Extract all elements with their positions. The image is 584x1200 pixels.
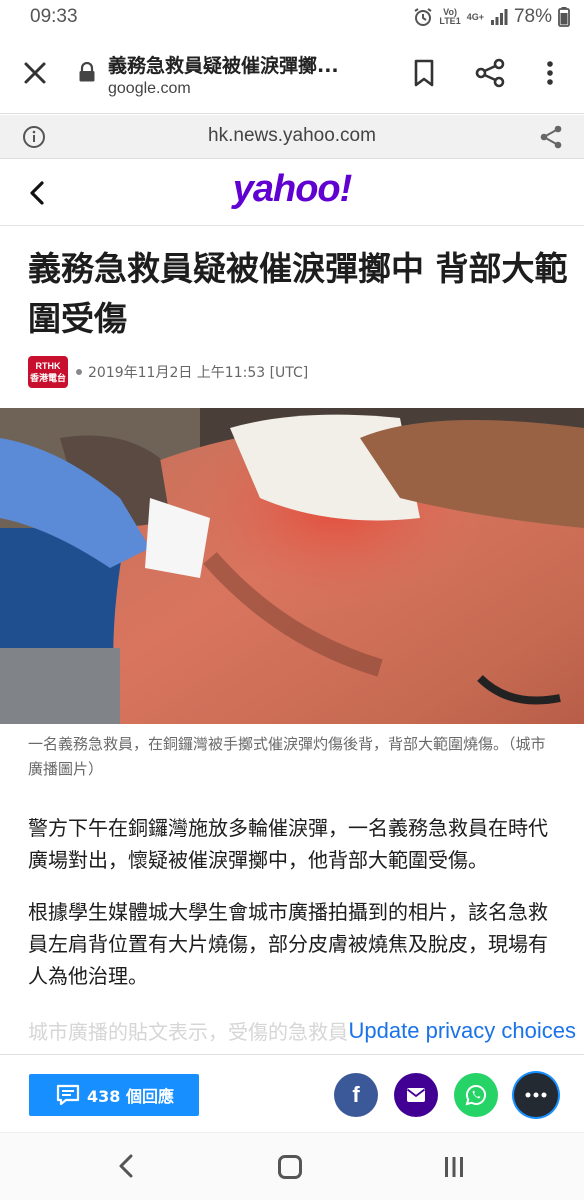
article-date: 2019年11月2日 上午11:53 [UTC] [88,365,309,381]
whatsapp-share-button[interactable] [454,1073,498,1117]
status-time: 09:33 [30,6,78,27]
url-text[interactable]: hk.news.yahoo.com [0,125,584,147]
privacy-choices-link[interactable]: Update privacy choices [346,1018,578,1044]
article-meta: RTHK 香港電台 2019年11月2日 上午11:53 [UTC] [28,356,308,388]
mail-icon [406,1088,426,1102]
tab-domain: google.com [108,80,191,97]
custom-tab-bar: 義務急救員疑被催淚彈擲... google.com [0,36,584,114]
photo-caption: 一名義務急救員，在銅鑼灣被手擲式催淚彈灼傷後背，背部大範圍燒傷。（城市廣播圖片） [28,735,546,778]
more-horiz-icon [525,1092,547,1098]
comments-label: 438 個回應 [87,1087,174,1106]
more-share-button[interactable] [514,1073,558,1117]
source-logo[interactable]: RTHK 香港電台 [28,356,68,388]
article-title: 義務急救員疑被催淚彈擲中 背部大範圍受傷 [28,249,568,338]
nav-back-icon[interactable] [116,1153,136,1179]
battery-icon [558,7,570,27]
facebook-share-button[interactable]: f [334,1073,378,1117]
comment-icon [56,1084,80,1106]
facebook-icon: f [352,1082,360,1107]
tab-title: 義務急救員疑被催淚彈擲... [108,55,339,77]
signal-icon [490,9,508,25]
article-paragraph: 根據學生媒體城大學生會城市廣播拍攝到的相片，該名急救員左肩背位置有大片燒傷，部分… [28,900,548,988]
url-info-bar: hk.news.yahoo.com [0,115,584,159]
close-icon[interactable] [20,58,50,88]
alarm-icon [414,8,432,26]
article-photo [0,408,584,724]
nav-recents-icon[interactable] [442,1155,466,1179]
system-nav-bar [0,1132,584,1200]
meta-separator-dot [76,369,82,375]
network-volte-label: Vo) LTE1 [439,7,461,26]
bookmark-icon[interactable] [410,58,438,88]
lock-icon [79,62,95,82]
email-share-button[interactable] [394,1073,438,1117]
whatsapp-icon [465,1084,487,1106]
nav-home-icon[interactable] [278,1155,302,1179]
comments-button[interactable]: 438 個回應 [29,1074,199,1116]
share-icon[interactable] [474,58,506,88]
site-header: yahoo! [0,160,584,226]
status-icons: Vo) LTE1 4G+ 78% [413,6,570,28]
battery-level: 78% [513,6,552,27]
yahoo-logo[interactable]: yahoo! [0,168,584,211]
status-bar: 09:33 Vo) LTE1 4G+ 78% [0,0,584,36]
network-4g-label: 4G+ [466,11,484,22]
article-action-bar: 438 個回應 f [0,1054,584,1132]
more-vert-icon[interactable] [538,58,562,88]
article-paragraph: 警方下午在銅鑼灣施放多輪催淚彈，一名義務急救員在時代廣場對出，懷疑被催淚彈擲中，… [28,816,548,872]
share-icon[interactable] [538,124,564,150]
